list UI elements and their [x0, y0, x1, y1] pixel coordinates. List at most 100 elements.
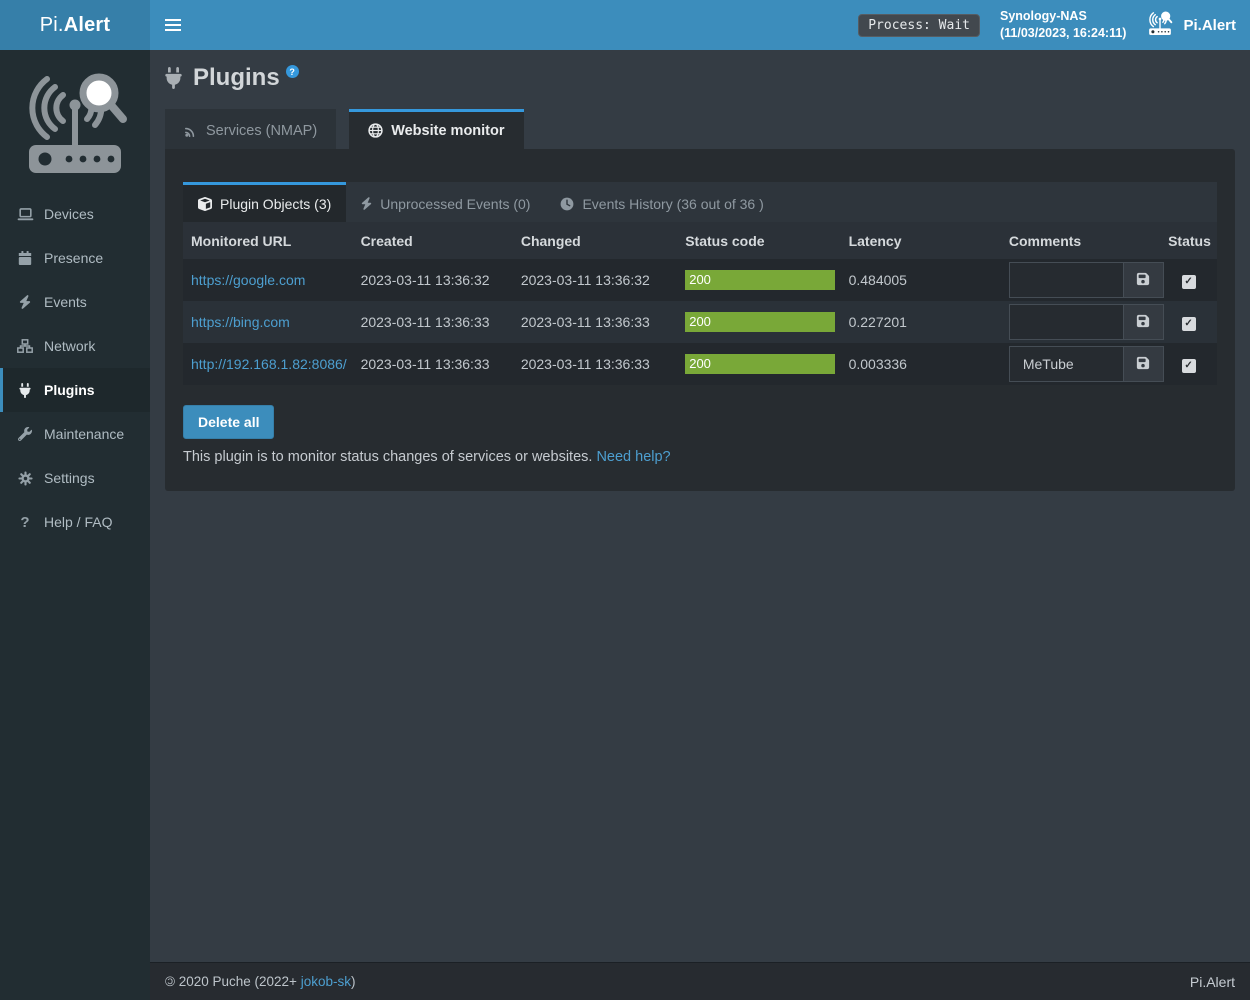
- col-status-code: Status code: [677, 222, 840, 259]
- sidebar-item-network[interactable]: Network: [0, 324, 150, 368]
- clock-icon: [560, 197, 574, 211]
- process-status-badge: Process: Wait: [858, 14, 980, 37]
- website-monitor-panel: Plugin Objects (3) Unprocessed Events (0…: [165, 149, 1235, 491]
- sidebar-item-maintenance[interactable]: Maintenance: [0, 412, 150, 456]
- status-code-bar: 200: [685, 270, 835, 290]
- page-title-text: Plugins: [193, 63, 280, 93]
- sidebar-item-label: Events: [44, 294, 87, 310]
- sidebar-item-label: Help / FAQ: [44, 514, 112, 530]
- changed-cell: 2023-03-11 13:36:33: [513, 343, 677, 385]
- status-checkbox[interactable]: ✓: [1182, 275, 1196, 289]
- sidebar-item-events[interactable]: Events: [0, 280, 150, 324]
- status-code-bar: 200: [685, 312, 835, 332]
- created-cell: 2023-03-11 13:36:32: [353, 259, 513, 301]
- wrench-icon: [16, 427, 34, 441]
- sidebar-toggle-icon[interactable]: [150, 0, 196, 50]
- monitored-url-link[interactable]: http://192.168.1.82:8086/: [191, 356, 347, 372]
- navbar-brand-link[interactable]: Pi.Alert: [1146, 10, 1236, 40]
- col-created: Created: [353, 222, 513, 259]
- sidebar-item-label: Plugins: [44, 382, 95, 398]
- monitored-urls-table: Monitored URL Created Changed Status cod…: [183, 222, 1217, 385]
- footer-brand: Pi.Alert: [1190, 974, 1235, 990]
- latency-cell: 0.003336: [841, 343, 1001, 385]
- table-row: https://google.com 2023-03-11 13:36:32 2…: [183, 259, 1217, 301]
- page-title: Plugins ?: [150, 50, 1250, 97]
- plug-icon: [165, 67, 182, 97]
- pialert-logo: [0, 50, 150, 186]
- signal-icon: [184, 124, 198, 138]
- comment-input[interactable]: [1010, 263, 1123, 297]
- status-code-bar: 200: [685, 354, 835, 374]
- tab-events-history[interactable]: Events History (36 out of 36 ): [545, 182, 778, 222]
- question-icon: ?: [16, 514, 34, 531]
- sidebar-item-settings[interactable]: Settings: [0, 456, 150, 500]
- sidebar-item-devices[interactable]: Devices: [0, 192, 150, 236]
- bolt-icon: [361, 197, 372, 210]
- brand-text: Pi.Alert: [40, 14, 111, 37]
- sidebar-item-label: Presence: [44, 250, 103, 266]
- calendar-icon: [16, 251, 34, 265]
- monitored-url-link[interactable]: https://bing.com: [191, 314, 290, 330]
- changed-cell: 2023-03-11 13:36:33: [513, 301, 677, 343]
- table-row: https://bing.com 2023-03-11 13:36:33 202…: [183, 301, 1217, 343]
- main-content: Plugins ? Services (NMAP) Website monito…: [150, 50, 1250, 962]
- col-status: Status: [1160, 222, 1217, 259]
- plugin-help-text: This plugin is to monitor status changes…: [183, 449, 1217, 465]
- plugin-sub-tabs: Plugin Objects (3) Unprocessed Events (0…: [183, 182, 1217, 222]
- sidebar-item-label: Devices: [44, 206, 94, 222]
- created-cell: 2023-03-11 13:36:33: [353, 343, 513, 385]
- status-checkbox[interactable]: ✓: [1182, 359, 1196, 373]
- comment-group: [1009, 304, 1164, 340]
- latency-cell: 0.484005: [841, 259, 1001, 301]
- need-help-link[interactable]: Need help?: [596, 449, 670, 465]
- tab-unprocessed-events[interactable]: Unprocessed Events (0): [346, 182, 545, 222]
- comment-group: [1009, 262, 1164, 298]
- comment-input[interactable]: [1010, 347, 1123, 381]
- table-header-row: Monitored URL Created Changed Status cod…: [183, 222, 1217, 259]
- tab-services-nmap[interactable]: Services (NMAP): [165, 109, 336, 149]
- monitored-url-link[interactable]: https://google.com: [191, 272, 305, 288]
- sidebar-item-plugins[interactable]: Plugins: [0, 368, 150, 412]
- app-logo-header[interactable]: Pi.Alert: [0, 0, 150, 50]
- plugin-tabs: Services (NMAP) Website monitor: [150, 109, 1250, 149]
- floppy-icon: [1136, 314, 1150, 331]
- tab-label: Services (NMAP): [206, 123, 317, 139]
- col-comments: Comments: [1001, 222, 1160, 259]
- sidebar-item-presence[interactable]: Presence: [0, 236, 150, 280]
- tab-label: Events History (36 out of 36 ): [582, 196, 763, 212]
- help-badge[interactable]: ?: [286, 65, 299, 78]
- floppy-icon: [1136, 272, 1150, 289]
- floppy-icon: [1136, 356, 1150, 373]
- sidebar-item-help-faq[interactable]: ? Help / FAQ: [0, 500, 150, 544]
- tab-label: Website monitor: [391, 123, 504, 139]
- device-host-info: Synology-NAS (11/03/2023, 16:24:11): [1000, 8, 1127, 43]
- col-monitored-url: Monitored URL: [183, 222, 353, 259]
- navbar-brand-label: Pi.Alert: [1183, 17, 1236, 34]
- col-changed: Changed: [513, 222, 677, 259]
- cube-icon: [198, 197, 212, 211]
- tab-plugin-objects[interactable]: Plugin Objects (3): [183, 182, 346, 222]
- device-timestamp: (11/03/2023, 16:24:11): [1000, 25, 1127, 43]
- tab-website-monitor[interactable]: Website monitor: [349, 109, 523, 149]
- save-comment-button[interactable]: [1123, 305, 1163, 339]
- delete-all-button[interactable]: Delete all: [183, 405, 274, 439]
- status-checkbox[interactable]: ✓: [1182, 317, 1196, 331]
- jokob-sk-link[interactable]: jokob-sk: [301, 974, 351, 989]
- sidebar-item-label: Settings: [44, 470, 95, 486]
- sitemap-icon: [16, 339, 34, 353]
- sidebar-item-label: Network: [44, 338, 95, 354]
- table-row: http://192.168.1.82:8086/ 2023-03-11 13:…: [183, 343, 1217, 385]
- pialert-mini-icon: [1146, 10, 1174, 40]
- tab-label: Plugin Objects (3): [220, 196, 331, 212]
- col-latency: Latency: [841, 222, 1001, 259]
- device-name: Synology-NAS: [1000, 8, 1127, 26]
- bolt-icon: [16, 295, 34, 309]
- gear-icon: [16, 471, 34, 486]
- changed-cell: 2023-03-11 13:36:32: [513, 259, 677, 301]
- plug-icon: [16, 383, 34, 398]
- save-comment-button[interactable]: [1123, 263, 1163, 297]
- save-comment-button[interactable]: [1123, 347, 1163, 381]
- laptop-icon: [16, 208, 34, 221]
- sidebar-menu: Devices Presence Events Network Plugins: [0, 192, 150, 544]
- comment-input[interactable]: [1010, 305, 1123, 339]
